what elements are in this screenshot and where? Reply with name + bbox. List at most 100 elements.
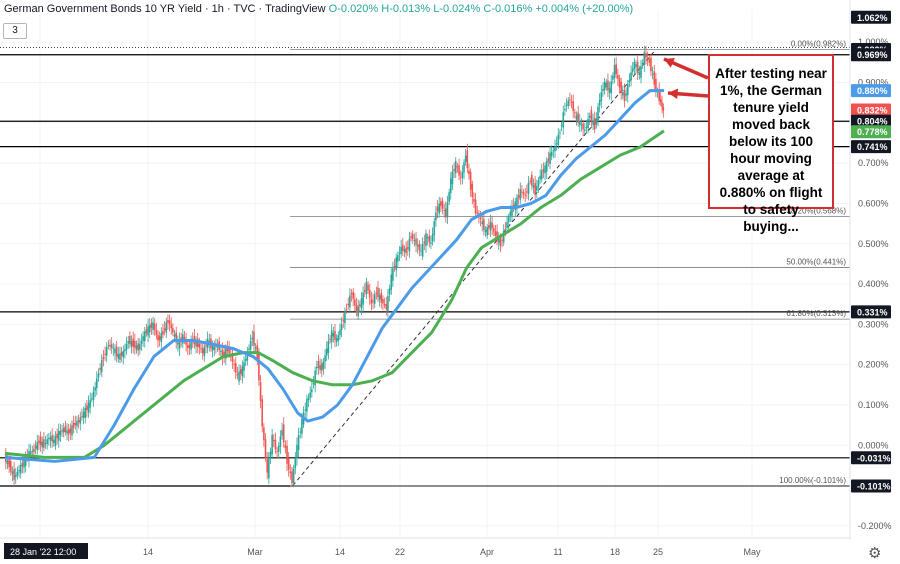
candle-body	[509, 211, 512, 217]
candle-body	[426, 237, 429, 239]
candle-body	[388, 288, 391, 295]
candle-body	[494, 231, 497, 236]
candle-body	[363, 290, 366, 292]
candle-body	[549, 152, 551, 164]
candle-body	[39, 436, 42, 445]
candle-body	[380, 292, 383, 303]
candle-body	[41, 441, 44, 448]
candle-body	[612, 75, 614, 80]
candle-body	[372, 300, 374, 303]
candle-body	[130, 340, 133, 347]
candle-body	[241, 366, 244, 377]
candle-body	[158, 336, 161, 340]
candle-body	[320, 363, 323, 371]
candle-body	[473, 198, 475, 202]
candle-body	[443, 210, 445, 212]
candle-body	[153, 323, 156, 331]
price-badge-label: -0.031%	[857, 453, 891, 463]
candle-body	[268, 459, 270, 479]
candle-body	[322, 361, 325, 370]
candle-body	[453, 169, 455, 171]
candle-body	[220, 351, 222, 353]
candle-body	[236, 374, 239, 376]
candle-body	[233, 363, 235, 365]
candle-body	[168, 320, 171, 325]
candle-body	[57, 430, 60, 441]
candle-body	[570, 101, 573, 103]
candle-body	[382, 299, 384, 304]
candle-body	[139, 344, 141, 350]
candle-body	[89, 399, 91, 408]
candle-body	[122, 350, 125, 358]
candle-body	[562, 112, 565, 128]
candle-body	[423, 241, 426, 244]
candle-body	[292, 468, 295, 484]
x-tick-label: May	[743, 547, 761, 557]
candle-body	[97, 373, 100, 378]
candle-body	[383, 304, 386, 306]
candle-body	[319, 365, 321, 370]
candle-body	[64, 426, 67, 432]
candle-body	[517, 195, 520, 198]
gear-icon[interactable]: ⚙	[868, 544, 881, 562]
candle-body	[92, 391, 95, 400]
candle-body	[410, 236, 412, 239]
candle-body	[148, 325, 151, 333]
candle-body	[301, 418, 303, 434]
candle-body	[574, 112, 576, 114]
candle-body	[9, 461, 12, 472]
chart-title: German Government Bonds 10 YR Yield · 1h…	[4, 3, 326, 15]
candle-body	[147, 326, 149, 336]
candle-body	[291, 471, 293, 484]
candle-body	[304, 409, 307, 411]
candle-body	[72, 422, 75, 428]
candle-body	[504, 228, 507, 230]
candle-body	[243, 362, 245, 371]
candle-body	[86, 405, 88, 411]
candle-body	[87, 402, 90, 413]
candle-body	[167, 320, 169, 323]
candle-body	[170, 324, 173, 329]
candle-body	[435, 212, 437, 221]
candle-body	[282, 424, 285, 443]
candle-body	[451, 171, 454, 185]
trendline	[292, 49, 656, 486]
candle-body	[446, 202, 449, 218]
candle-body	[592, 120, 594, 124]
candle-body	[62, 428, 65, 433]
candle-body	[651, 73, 654, 75]
candle-body	[114, 348, 116, 354]
candle-body	[560, 125, 563, 127]
candle-body	[266, 459, 268, 473]
candle-body	[84, 407, 87, 418]
candle-body	[537, 180, 540, 187]
candle-body	[165, 322, 168, 333]
candle-body	[200, 348, 202, 350]
candle-body	[550, 151, 553, 157]
candle-body	[342, 320, 345, 322]
callout-arrow-bottom-head	[668, 88, 679, 99]
candle-body	[587, 118, 589, 129]
candle-body	[572, 101, 574, 111]
price-badge-label: 0.778%	[857, 127, 888, 137]
candle-body	[403, 249, 406, 253]
candle-body	[297, 434, 300, 450]
candle-body	[365, 281, 368, 295]
candle-body	[205, 345, 207, 347]
candle-body	[33, 448, 35, 452]
candle-body	[471, 183, 474, 198]
candle-body	[506, 222, 508, 228]
candle-body	[425, 233, 427, 246]
candle-body	[129, 335, 131, 345]
candle-body	[492, 228, 495, 232]
indicator-collapse-button[interactable]: 3	[3, 23, 27, 39]
candle-body	[635, 64, 637, 68]
candle-body	[276, 451, 278, 453]
candle-body	[527, 182, 530, 194]
candle-body	[395, 257, 397, 271]
candle-body	[555, 143, 558, 145]
candle-body	[352, 291, 354, 300]
candle-body	[575, 115, 578, 120]
candle-body	[400, 246, 402, 254]
candle-body	[124, 349, 126, 352]
